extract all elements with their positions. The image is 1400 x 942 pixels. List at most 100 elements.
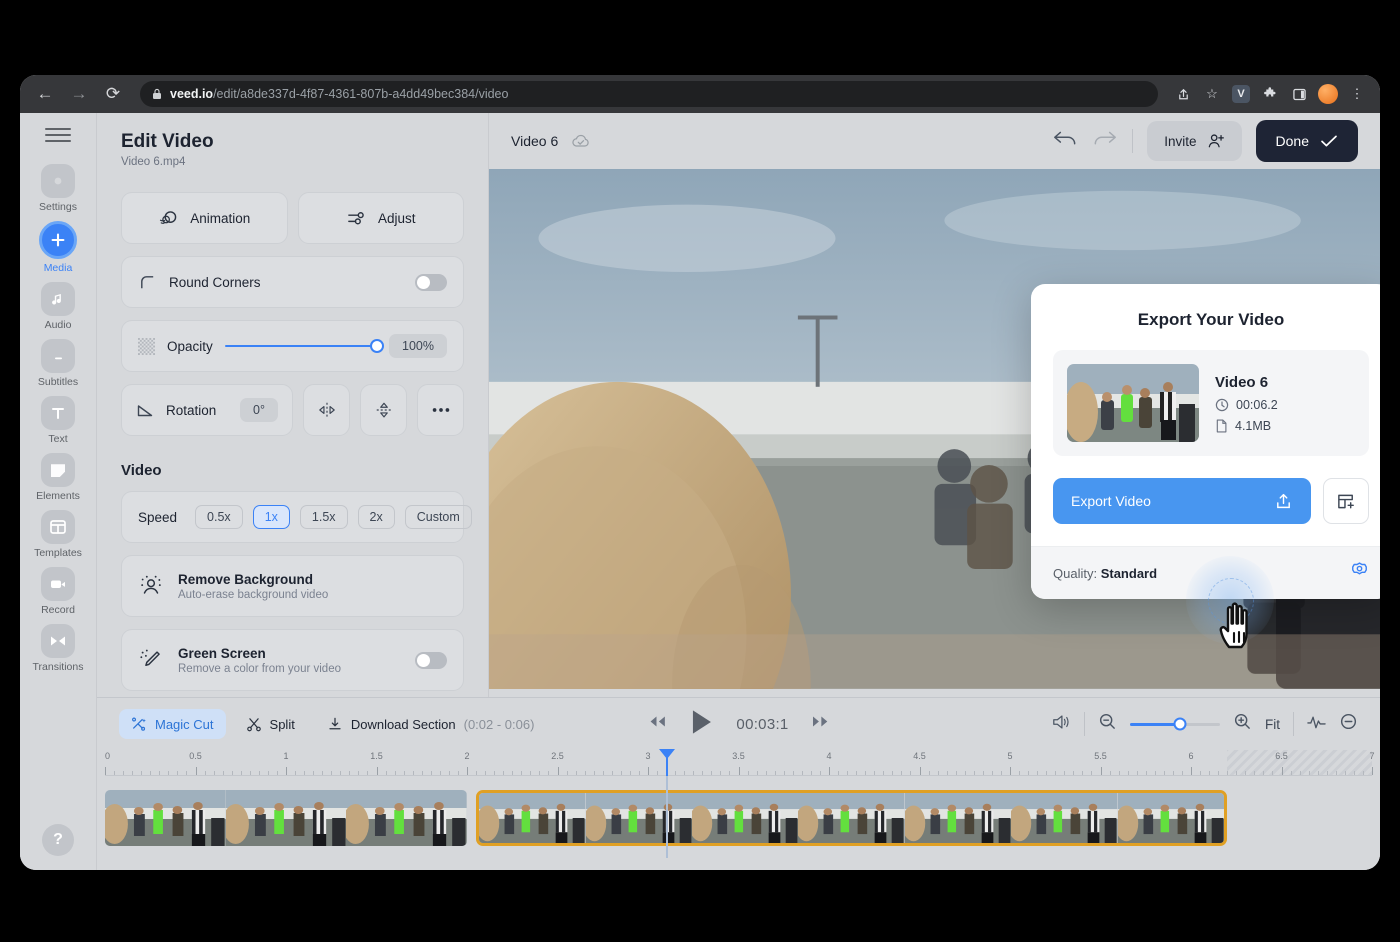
sidebar-item-settings[interactable]: Settings: [22, 159, 94, 216]
sidebar-item-text[interactable]: Text: [22, 391, 94, 448]
ruler-tick: [1227, 771, 1229, 775]
add-layout-button[interactable]: [1323, 478, 1369, 524]
quality-row[interactable]: Quality: Standard: [1053, 566, 1157, 581]
adjust-button[interactable]: Adjust: [297, 192, 464, 244]
green-screen-row[interactable]: Green Screen Remove a color from your vi…: [121, 629, 464, 691]
export-video-info: Video 6 00:06.2 4.1MB: [1215, 374, 1278, 433]
timeline-ruler[interactable]: 0 0.5 1 1.5 2 2.5 3 3.5 4 4.5 5 5.5 6 6.5 7: [105, 749, 1375, 845]
export-video-card: Video 6 00:06.2 4.1MB: [1053, 350, 1369, 456]
speed-option-2x[interactable]: 2x: [357, 505, 395, 529]
speed-option-1x[interactable]: 1x: [252, 505, 290, 529]
opacity-slider[interactable]: [224, 339, 385, 353]
round-corners-toggle[interactable]: [415, 273, 447, 291]
undo-icon[interactable]: [1052, 130, 1078, 152]
zoom-slider-knob[interactable]: [1173, 717, 1186, 731]
flip-vertical-icon: [376, 402, 391, 418]
transform-row: Rotation 0°: [121, 384, 464, 436]
extension-veed-icon[interactable]: V: [1228, 81, 1254, 107]
remove-background-row[interactable]: Remove Background Auto-erase background …: [121, 555, 464, 617]
animation-button[interactable]: Animation: [121, 192, 288, 244]
ruler-tick: [946, 771, 948, 775]
address-bar[interactable]: veed.io/edit/a8de337d-4f87-4361-807b-a4d…: [140, 81, 1158, 107]
puzzle-icon[interactable]: [1257, 81, 1283, 107]
timeline-clip[interactable]: [476, 790, 1228, 846]
zoom-in-button[interactable]: [1233, 712, 1252, 736]
opacity-value[interactable]: 100%: [389, 334, 447, 358]
ruler-tick: [720, 771, 722, 775]
rotation-control[interactable]: Rotation 0°: [121, 384, 293, 436]
ruler-tick: [485, 771, 487, 775]
avatar[interactable]: [1315, 81, 1341, 107]
zoom-out-button[interactable]: [1098, 712, 1117, 736]
ruler-tick: [973, 771, 975, 775]
opacity-slider-knob[interactable]: [370, 339, 385, 353]
browser-menu-icon[interactable]: ⋮: [1344, 81, 1370, 107]
help-icon[interactable]: ?: [42, 824, 74, 856]
collapse-button[interactable]: [1339, 712, 1358, 736]
bookmark-star-icon[interactable]: ☆: [1199, 81, 1225, 107]
ruler-label: 0: [105, 751, 111, 761]
speed-label: Speed: [138, 509, 178, 525]
hamburger-menu-icon[interactable]: [45, 125, 71, 145]
flip-vertical-button[interactable]: [360, 384, 407, 436]
download-section-button[interactable]: Download Section (0:02 - 0:06): [315, 709, 547, 739]
ruler-tick: [937, 771, 939, 775]
export-video-button[interactable]: Export Video: [1053, 478, 1311, 524]
lock-icon: [153, 88, 161, 99]
flip-horizontal-button[interactable]: [303, 384, 350, 436]
timeline-clip[interactable]: [105, 790, 467, 846]
ruler-tick: [1100, 767, 1102, 775]
share-icon[interactable]: [1170, 81, 1196, 107]
ruler-tick: [1000, 771, 1002, 775]
speed-option-1_5x[interactable]: 1.5x: [299, 505, 348, 529]
ruler-tick: [331, 771, 333, 775]
ruler-tick: [430, 771, 432, 775]
sidebar-item-transitions[interactable]: Transitions: [22, 619, 94, 676]
round-corners-row[interactable]: Round Corners: [121, 256, 464, 308]
ruler-tick: [1073, 771, 1075, 775]
speed-option-custom[interactable]: Custom: [404, 505, 472, 529]
skip-forward-button[interactable]: [811, 715, 830, 733]
ruler-tick: [1272, 771, 1274, 775]
url-path: /edit/a8de337d-4f87-4361-807b-a4dd49bec3…: [213, 87, 509, 101]
speed-option-0_5x[interactable]: 0.5x: [195, 505, 243, 529]
sidebar-item-subtitles[interactable]: Subtitles: [22, 334, 94, 391]
back-icon[interactable]: ←: [30, 79, 60, 109]
sidebar-label: Text: [48, 433, 68, 445]
volume-button[interactable]: [1051, 713, 1071, 736]
ruler-label: 6: [1188, 751, 1194, 761]
export-popover: Export Your Video Video 6 00:06.2 4.1MB …: [1031, 284, 1380, 599]
rotation-value[interactable]: 0°: [240, 398, 278, 422]
done-button[interactable]: Done: [1255, 120, 1358, 162]
skip-back-button[interactable]: [647, 715, 666, 733]
gear-icon[interactable]: [1350, 561, 1369, 585]
split-button[interactable]: Split: [234, 709, 307, 739]
sidebar-item-templates[interactable]: Templates: [22, 505, 94, 562]
timeline-tracks[interactable]: [105, 776, 1372, 858]
redo-icon[interactable]: [1092, 130, 1118, 152]
sidepanel-icon[interactable]: [1286, 81, 1312, 107]
magic-cut-button[interactable]: Magic Cut: [119, 709, 226, 739]
zoom-slider[interactable]: [1130, 717, 1220, 731]
sidebar-item-record[interactable]: Record: [22, 562, 94, 619]
sidebar-item-media[interactable]: Media: [22, 216, 94, 277]
waveform-button[interactable]: [1307, 714, 1326, 735]
play-button[interactable]: [688, 708, 714, 741]
export-video-name: Video 6: [1215, 373, 1269, 391]
ruler-label: 5: [1007, 751, 1013, 761]
forward-icon[interactable]: →: [64, 79, 94, 109]
music-note-icon: [41, 282, 75, 316]
green-screen-toggle[interactable]: [415, 651, 447, 669]
sidebar-item-audio[interactable]: Audio: [22, 277, 94, 334]
speed-control: Speed 0.5x 1x 1.5x 2x Custom: [121, 491, 472, 543]
subtitles-icon: [41, 339, 75, 373]
add-layout-icon: [1337, 494, 1354, 509]
more-options-button[interactable]: [417, 384, 464, 436]
divider: [1293, 712, 1294, 736]
invite-button[interactable]: Invite: [1147, 121, 1242, 161]
sidebar-item-elements[interactable]: Elements: [22, 448, 94, 505]
sidebar-label: Elements: [36, 490, 80, 502]
quick-actions-row: Animation Adjust: [121, 192, 464, 244]
fit-button[interactable]: Fit: [1265, 717, 1280, 732]
reload-icon[interactable]: ⟳: [98, 79, 128, 109]
